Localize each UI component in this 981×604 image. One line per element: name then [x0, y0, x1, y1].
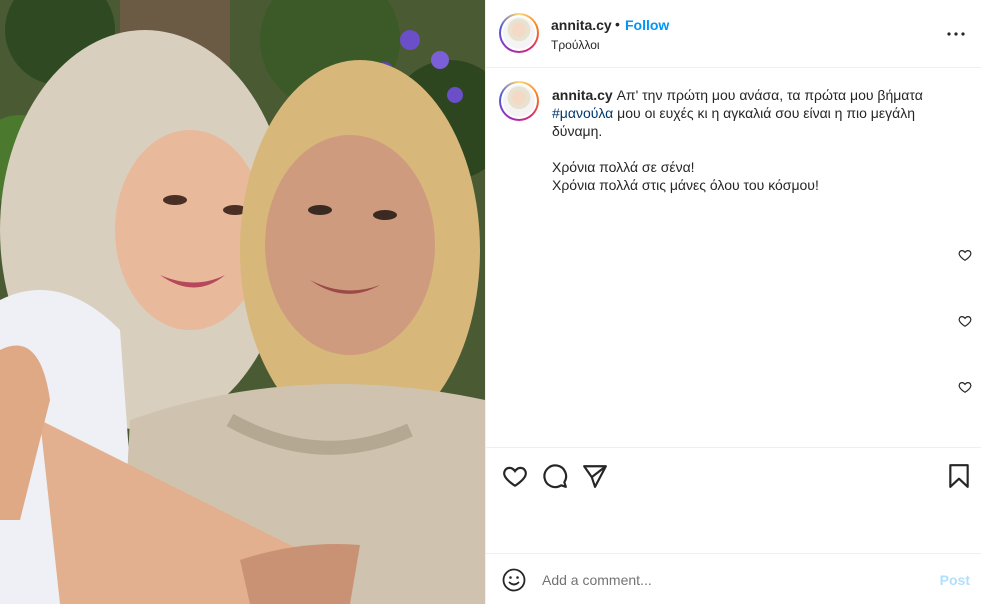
location-link[interactable]: Τρούλλοι — [551, 38, 600, 52]
photo-illustration — [0, 0, 485, 604]
username-link[interactable]: annita.cy — [551, 17, 612, 33]
profile-avatar[interactable] — [499, 13, 539, 53]
caption-line-3: Χρόνια πολλά σε σένα! — [552, 159, 695, 175]
caption-username[interactable]: annita.cy — [552, 87, 613, 103]
comment-input[interactable] — [542, 568, 912, 592]
comment-like-heart-icon[interactable] — [958, 380, 972, 394]
caption-avatar[interactable] — [499, 81, 539, 121]
comment-icon[interactable] — [542, 463, 568, 489]
post-photo[interactable] — [0, 0, 485, 604]
caption-line-4: Χρόνια πολλά στις μάνες όλου του κόσμου! — [552, 177, 819, 193]
post-comment-button[interactable]: Post — [940, 572, 970, 588]
bookmark-icon[interactable] — [946, 463, 972, 489]
comment-like-heart-icon[interactable] — [958, 248, 972, 262]
heart-icon[interactable] — [502, 463, 528, 489]
follow-button[interactable]: Follow — [625, 17, 669, 33]
paper-plane-icon[interactable] — [582, 463, 608, 489]
comment-bar: Post — [486, 553, 981, 604]
caption-text: annita.cy Απ' την πρώτη μου ανάσα, τα πρ… — [552, 86, 952, 194]
action-bar — [486, 447, 981, 553]
more-options-icon[interactable] — [944, 22, 968, 46]
emoji-icon[interactable] — [502, 568, 526, 592]
caption-area: annita.cy Απ' την πρώτη μου ανάσα, τα πρ… — [486, 69, 981, 447]
hashtag-link[interactable]: #μανούλα — [552, 105, 613, 121]
separator-dot: • — [615, 16, 620, 32]
comment-like-heart-icon[interactable] — [958, 314, 972, 328]
post-header: annita.cy • Follow Τρούλλοι — [486, 0, 981, 68]
post-panel: annita.cy • Follow Τρούλλοι annita.cy Απ… — [485, 0, 981, 604]
caption-line-1: Απ' την πρώτη μου ανάσα, τα πρώτα μου βή… — [612, 87, 923, 103]
